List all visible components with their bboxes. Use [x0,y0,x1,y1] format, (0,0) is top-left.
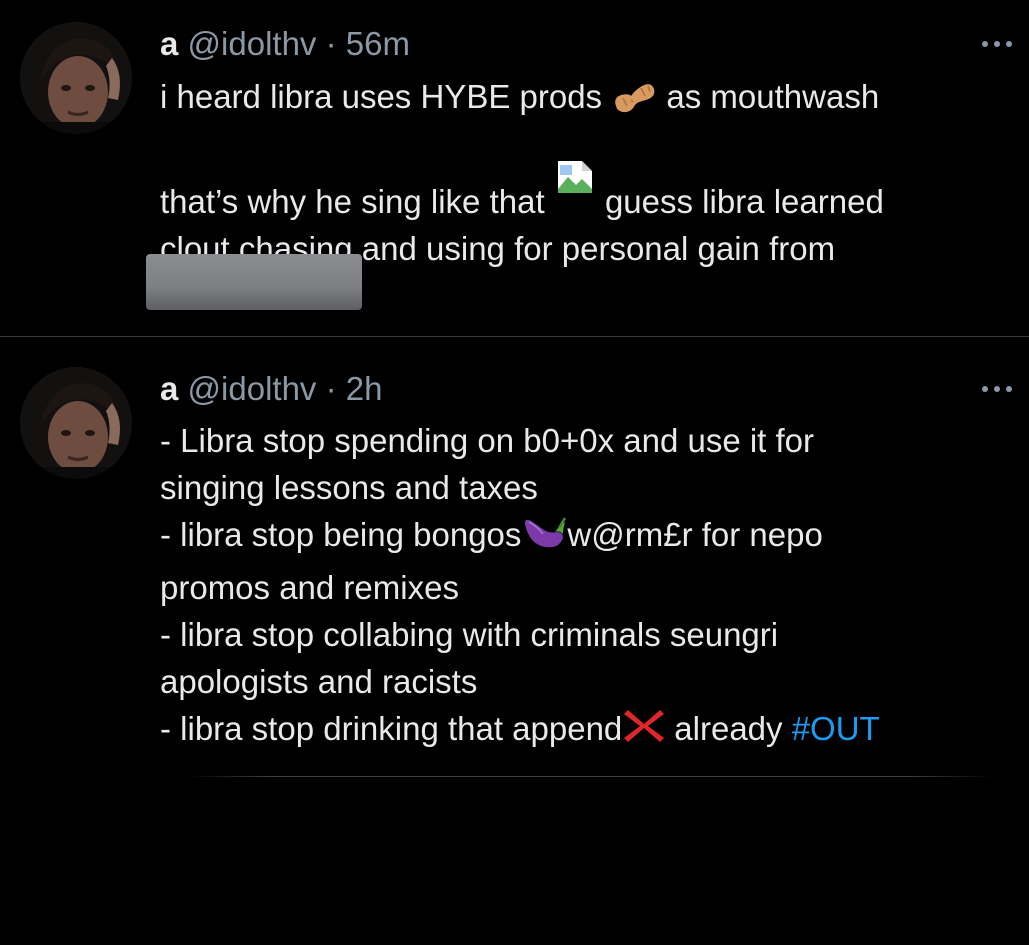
text-segment: apologists and racists [160,663,478,700]
avatar[interactable] [20,367,132,479]
tweet-line: singing lessons and taxes [160,464,1010,511]
timestamp[interactable]: 56m [346,25,410,62]
avatar[interactable] [20,22,132,134]
text-segment: i heard libra uses HYBE prods [160,78,603,115]
tweet-line: - libra stop drinking that append alread… [160,705,1010,758]
user-handle[interactable]: @idolthv [188,25,317,62]
redacted-mention [146,254,362,310]
more-options-icon[interactable] [979,379,1015,399]
tweet-header: a @idolthv · 2h [160,367,382,411]
text-segment: - Libra stop spending on b0+0x and use i… [160,422,815,459]
tweet-line: - libra stop collabing with criminals se… [160,611,1010,658]
text-segment: - libra stop drinking that append [160,710,623,747]
text-segment: that’s why he sing like that [160,183,545,220]
user-handle[interactable]: @idolthv [188,370,317,407]
tweet-text: - Libra stop spending on b0+0x and use i… [160,417,1010,758]
tweet-line: promos and remixes [160,564,1010,611]
display-name[interactable]: a [160,25,178,62]
more-options-icon[interactable] [979,34,1015,54]
red-x-emoji [622,706,666,758]
separator-dot: · [325,25,337,62]
display-name[interactable]: a [160,370,178,407]
tweet-line: - Libra stop spending on b0+0x and use i… [160,417,1010,464]
hashtag-link[interactable]: #OUT [792,710,880,747]
tweet[interactable]: a @idolthv · 2h - Libra stop spending on… [0,337,1029,945]
tweet-line: that’s why he sing like that guess libra… [160,159,1010,225]
tweet-line: i heard libra uses HYBE prods as mouthwa… [160,73,1010,126]
tweet-header: a @idolthv · 56m [160,22,410,66]
tweet-line: - libra stop being bongos w@rm£r for nep… [160,511,1010,564]
eggplant-emoji [521,514,567,564]
broken-image-icon [556,159,596,207]
timestamp[interactable]: 2h [346,370,383,407]
media-card-edge [188,776,993,777]
text-segment: w@rm£r for nepo [567,516,823,553]
text-segment: as mouthwash [666,78,880,115]
text-segment: - libra stop being bongos [160,516,522,553]
text-segment: singing lessons and taxes [160,469,538,506]
peanut-emoji [611,79,657,126]
text-segment: - libra stop collabing with criminals se… [160,616,779,653]
tweet[interactable]: a @idolthv · 56m i heard libra uses HYBE… [0,0,1029,337]
avatar-image [20,22,132,134]
tweet-line: apologists and racists [160,658,1010,705]
separator-dot: · [325,370,337,407]
avatar-image [20,367,132,479]
text-segment: promos and remixes [160,569,459,606]
text-segment: already [674,710,783,747]
tweet-text: i heard libra uses HYBE prods as mouthwa… [160,73,1010,272]
text-segment: guess libra learned [604,183,884,220]
